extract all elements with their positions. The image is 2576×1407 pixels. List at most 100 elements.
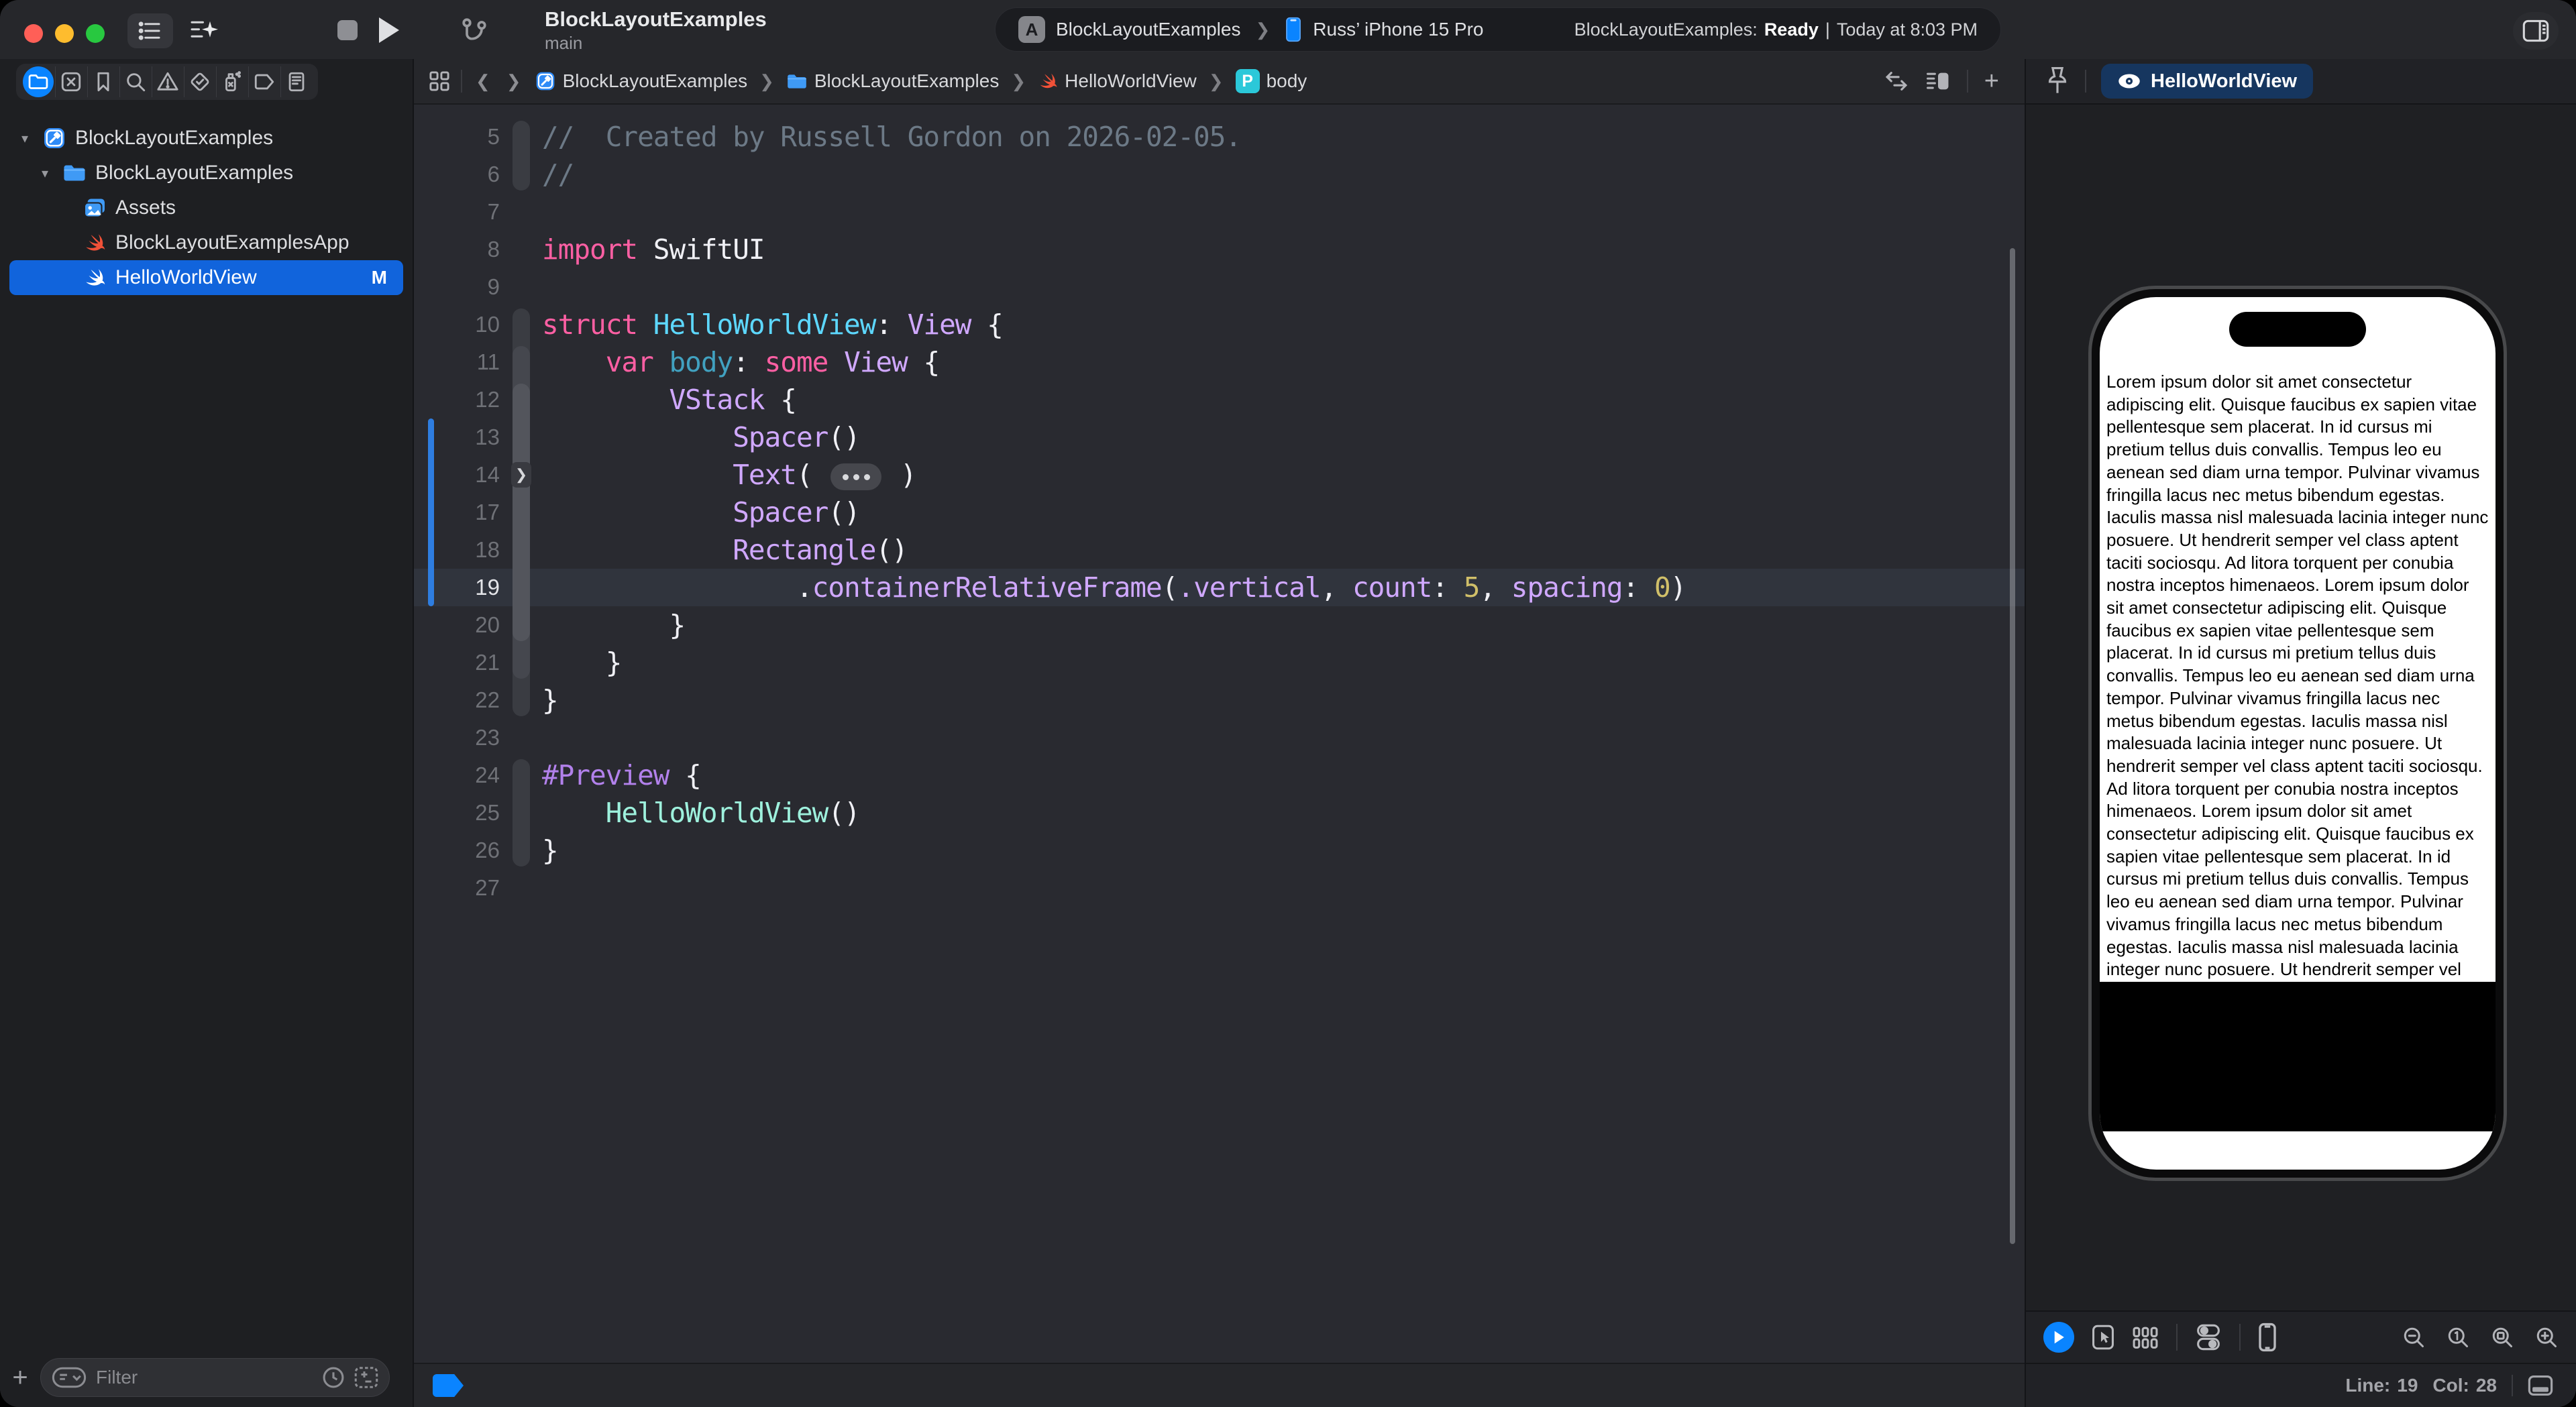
stop-button[interactable] [335, 18, 360, 42]
zoom-button[interactable] [86, 24, 105, 43]
file-icon [42, 125, 67, 151]
zoom-actual-size-icon [2446, 1325, 2470, 1349]
chevron-right-icon: ❯ [1205, 71, 1228, 92]
intelligence-button[interactable] [184, 13, 224, 48]
editor-scrollbar[interactable] [2010, 248, 2015, 1244]
project-file-tree: ▾BlockLayoutExamples▾BlockLayoutExamples… [0, 105, 413, 295]
window-title: BlockLayoutExamples [545, 8, 767, 31]
close-button[interactable] [24, 24, 43, 43]
pin-icon[interactable] [2045, 66, 2070, 97]
test-diamond-icon [189, 70, 211, 93]
code-line-19: 19 .containerRelativeFrame(.vertical, co… [414, 569, 2025, 606]
code-line-22: 22} [414, 681, 2025, 719]
line-number: 10 [414, 312, 500, 337]
branch-name: main [545, 34, 767, 53]
navigator-tab-reports[interactable] [280, 66, 311, 97]
line-number: 11 [414, 349, 500, 375]
source-control-change-bar [428, 418, 434, 606]
zoom-out-button[interactable] [2402, 1325, 2426, 1349]
related-items-icon[interactable] [429, 70, 450, 92]
play-icon [379, 17, 399, 43]
divider [2085, 70, 2086, 93]
iphone-screen[interactable]: Lorem ipsum dolor sit amet consectetur a… [2100, 297, 2496, 1170]
live-preview-button[interactable] [2043, 1322, 2074, 1353]
changes-filter-icon[interactable] [354, 1366, 378, 1389]
source-editor[interactable]: 5// Created by Russell Gordon on 2026-02… [414, 105, 2025, 1363]
disclosure-chevron-icon[interactable]: ▾ [36, 165, 54, 182]
device-settings-button[interactable] [2195, 1323, 2222, 1351]
device-preview-button[interactable] [2258, 1322, 2277, 1352]
recents-clock-icon[interactable] [322, 1366, 345, 1389]
preview-rectangle [2100, 982, 2496, 1131]
code-line-12: 12 VStack { [414, 381, 2025, 418]
assets-icon [83, 196, 107, 219]
file-row-BlockLayoutExamplesApp[interactable]: BlockLayoutExamplesApp [9, 225, 403, 260]
navigator-tab-breakpoints[interactable] [248, 66, 279, 97]
breadcrumb-item-BlockLayoutExamples[interactable]: BlockLayoutExamples [786, 70, 999, 92]
preview-tab[interactable]: HelloWorldView [2101, 64, 2313, 99]
breadcrumb-item-HelloWorldView[interactable]: HelloWorldView [1038, 70, 1197, 92]
breadcrumb-item-BlockLayoutExamples[interactable]: BlockLayoutExamples [535, 70, 747, 92]
navigator-tab-issues[interactable] [152, 66, 182, 97]
code-line-13: 13 Spacer() [414, 418, 2025, 456]
scheme-name: BlockLayoutExamples [1056, 19, 1240, 40]
adjust-editor-icon[interactable] [1925, 70, 1951, 93]
scheme-selector[interactable]: A BlockLayoutExamples ❯ Russ’ iPhone 15 … [995, 7, 2001, 52]
file-row-BlockLayoutExamples[interactable]: ▾BlockLayoutExamples [9, 121, 403, 156]
zoom-out-icon [2402, 1325, 2426, 1349]
navigator-tab-find[interactable] [119, 66, 150, 97]
code-line-7: 7 [414, 193, 2025, 231]
breadcrumb-item-body[interactable]: Pbody [1236, 69, 1307, 93]
file-row-BlockLayoutExamples[interactable]: ▾BlockLayoutExamples [9, 156, 403, 190]
code-line-8: 8import SwiftUI [414, 231, 2025, 268]
navigator-tab-project[interactable] [23, 66, 54, 97]
navigator-tab-changes[interactable] [55, 66, 86, 97]
code-text: var body: some View { [500, 346, 939, 378]
divider [2512, 1375, 2513, 1396]
line-number: 23 [414, 725, 500, 750]
file-row-Assets[interactable]: Assets [9, 190, 403, 225]
back-button[interactable]: ❮ [473, 71, 493, 92]
navigator-tab-debug[interactable] [216, 66, 247, 97]
filter-input[interactable]: Filter [40, 1358, 390, 1397]
inspector-toggle-button[interactable] [2513, 12, 2559, 50]
folded-code-pill[interactable] [830, 463, 881, 490]
file-label: Assets [115, 196, 176, 219]
fold-ribbon[interactable] [513, 759, 530, 866]
swift-file-icon [1038, 71, 1058, 91]
unfold-chevron-button[interactable]: ❯ [511, 462, 531, 488]
code-text: Spacer() [500, 496, 860, 528]
fold-ribbon[interactable] [513, 121, 530, 190]
run-button[interactable] [376, 16, 402, 44]
variants-grid-button[interactable] [2132, 1325, 2159, 1349]
zoom-in-button[interactable] [2534, 1325, 2559, 1349]
disclosure-chevron-icon[interactable]: ▾ [16, 130, 34, 147]
chevron-right-icon: ❯ [1007, 71, 1030, 92]
debug-area-toggle-button[interactable] [2528, 1375, 2553, 1396]
select-mode-button[interactable] [2092, 1325, 2114, 1350]
navigator-tab-tests[interactable] [184, 66, 215, 97]
preview-toolbar [2026, 1310, 2576, 1363]
zoom-fit-button[interactable] [2490, 1325, 2514, 1349]
zoom-actual-button[interactable] [2446, 1325, 2470, 1349]
code-line-20: 20 } [414, 606, 2025, 644]
chevron-right-icon: ❯ [1251, 19, 1274, 40]
minimize-button[interactable] [55, 24, 74, 43]
line-number: 12 [414, 387, 500, 412]
editor-column: ❮ ❯ BlockLayoutExamples ❯ BlockLayoutExamp… [414, 59, 2025, 1407]
fold-ribbon[interactable] [513, 384, 530, 641]
navigator-toggle-button[interactable] [127, 13, 173, 48]
forward-button[interactable]: ❯ [504, 71, 524, 92]
navigator-tab-bookmarks[interactable] [87, 66, 118, 97]
breadcrumb-label: BlockLayoutExamples [563, 70, 747, 92]
breakpoint-tag-icon[interactable] [433, 1374, 464, 1397]
code-review-icon[interactable] [1884, 70, 1909, 93]
scheme-target[interactable]: A BlockLayoutExamples ❯ Russ’ iPhone 15 … [1018, 16, 1484, 43]
editor-options-group: + [1884, 67, 2010, 96]
xcode-project-icon [535, 70, 556, 92]
add-file-button[interactable]: + [0, 1363, 40, 1393]
stop-icon [337, 20, 358, 40]
line-number: 21 [414, 650, 500, 675]
file-row-HelloWorldView[interactable]: HelloWorldViewM [9, 260, 403, 295]
add-editor-button[interactable]: + [1984, 67, 1999, 96]
